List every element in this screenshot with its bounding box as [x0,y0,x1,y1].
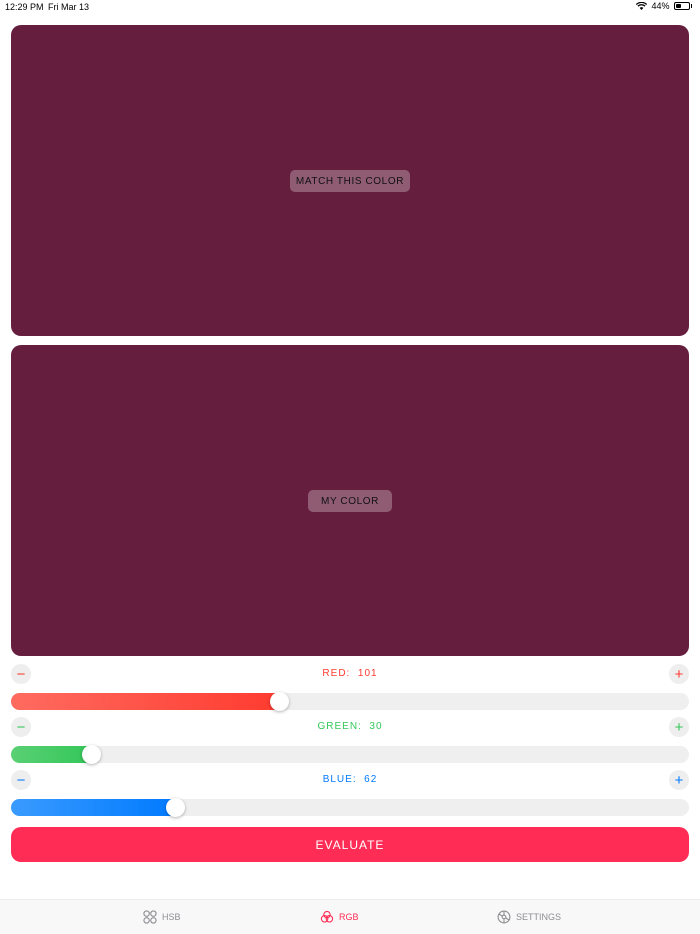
gear-icon [497,910,511,924]
tab-settings-label: SETTINGS [516,912,562,922]
tab-rgb-label: RGB [339,912,359,922]
battery-percent: 44% [651,1,670,11]
rgb-rings-icon [320,910,334,923]
tab-hsb[interactable]: HSB [143,910,181,924]
tab-rgb[interactable]: RGB [320,910,359,924]
red-slider[interactable] [11,692,689,711]
red-value: 101 [357,668,378,679]
circles-grid-icon [143,910,157,924]
blue-increment-button[interactable]: + [669,770,689,790]
my-color-label: MY COLOR [308,489,392,512]
tab-hsb-label: HSB [162,912,181,922]
tab-bar: HSB RGB SETTINGS [0,899,700,934]
status-time: 12:29 PM [5,2,44,12]
blue-value: 62 [364,774,378,785]
red-label-text: RED: [322,668,351,679]
green-value: 30 [369,721,383,732]
red-channel-label: RED: 101 [11,668,689,679]
target-color-swatch: MATCH THIS COLOR [11,25,689,336]
wifi-icon [636,2,648,10]
green-slider-thumb[interactable] [81,745,101,764]
green-slider[interactable] [11,745,689,764]
battery-fill [675,4,681,8]
blue-control-row: − BLUE: 62 + [11,770,689,790]
blue-slider[interactable] [11,798,689,817]
match-this-color-label: MATCH THIS COLOR [289,169,411,192]
plus-icon: + [674,771,684,789]
green-slider-fill [11,746,91,763]
red-control-row: − RED: 101 + [11,664,689,684]
red-slider-thumb[interactable] [269,692,289,711]
tab-settings[interactable]: SETTINGS [497,910,561,924]
status-date: Fri Mar 13 [48,2,90,12]
status-indicators: 44% [636,1,692,11]
evaluate-button[interactable]: EVALUATE [11,827,689,862]
plus-icon: + [674,665,684,683]
green-channel-label: GREEN: 30 [11,721,689,732]
green-increment-button[interactable]: + [669,717,689,737]
blue-channel-label: BLUE: 62 [11,774,689,785]
blue-label-text: BLUE: [322,774,357,785]
battery-tip [690,4,692,8]
blue-slider-fill [11,799,176,816]
green-control-row: − GREEN: 30 + [11,717,689,737]
red-slider-fill [11,693,280,710]
red-increment-button[interactable]: + [669,664,689,684]
my-color-swatch: MY COLOR [11,345,689,656]
status-bar: 12:29 PM Fri Mar 13 44% [0,0,700,16]
blue-slider-thumb[interactable] [166,798,186,817]
green-label-text: GREEN: [317,721,362,732]
plus-icon: + [674,718,684,736]
battery-icon [673,2,690,10]
